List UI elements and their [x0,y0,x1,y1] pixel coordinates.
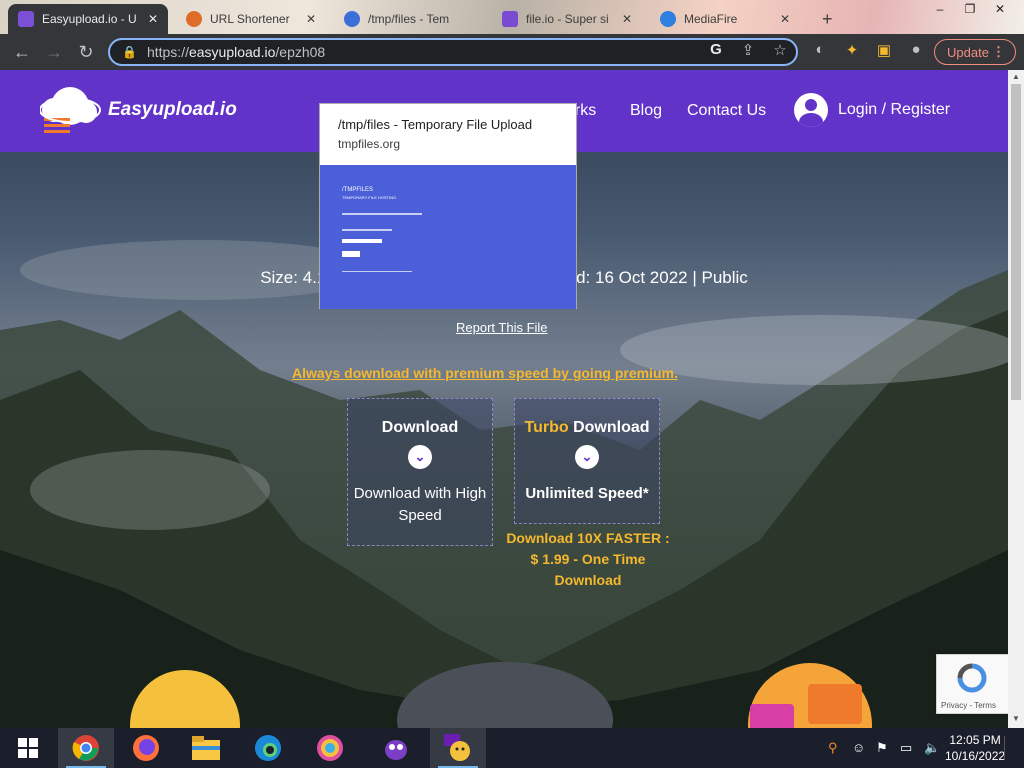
clock-date: 10/16/2022 [945,749,1006,763]
tmpfiles-favicon-icon [344,11,360,27]
profile-flag-icon[interactable]: ◐ [809,41,831,63]
yahoo-messenger-icon[interactable] [430,728,486,768]
tab-hover-preview: /tmp/files - Temporary File Upload tmpfi… [319,103,577,309]
preview-thumbnail: /TMPFILES TEMPORARY FILE HOSTING [320,165,576,309]
bookmark-star-icon[interactable]: ☆ [769,41,791,63]
download-title: Download [381,419,459,436]
scroll-thumb[interactable] [1011,84,1021,400]
tab-tmpfiles[interactable]: /tmp/files - Tem [334,4,484,34]
network-icon[interactable]: ▭ [900,740,912,756]
logo-text: Easyupload.io [108,99,237,120]
side-panel-icon[interactable]: ▣ [873,41,895,63]
download-button[interactable]: Download ⌄ Download with High Speed [347,398,493,546]
account-avatar-icon[interactable]: ● [905,41,927,63]
show-desktop-button[interactable] [1004,736,1018,760]
tab-title: MediaFire [684,12,738,26]
preview-url: tmpfiles.org [338,137,401,151]
nav-blog[interactable]: Blog [630,102,662,120]
chevron-down-icon: ⌄ [408,445,432,469]
firefox-icon[interactable] [118,728,174,768]
google-icon[interactable]: G [705,41,727,63]
menu-dots-icon[interactable]: ⋮ [992,44,1005,60]
update-button[interactable]: Update ⋮ [934,39,1016,65]
taskbar: ⚲ ☺ ⚑ ▭ 🔈 12:05 PM 10/16/2022 [0,728,1024,768]
browser-toolbar: ← → ↻ 🔒 https://easyupload.io/epzh08 G ⇪… [0,34,1024,70]
tab-title: URL Shortener [210,12,290,26]
user-avatar-icon [794,93,828,127]
url-prefix: https:// [146,44,189,60]
turbo-price-note: Download 10X FASTER : $ 1.99 - One Time … [506,530,670,588]
lock-icon[interactable]: 🔒 [122,45,137,59]
preview-title: /tmp/files - Temporary File Upload [338,117,533,132]
turbo-download-button[interactable]: Turbo Download ⌄ Unlimited Speed* [514,398,660,524]
clock-time: 12:05 PM [949,733,1001,747]
tab-title: Easyupload.io - U [42,12,137,26]
windows-start-icon[interactable] [0,728,56,768]
recaptcha-badge[interactable]: Privacy - Terms [936,654,1008,714]
mediafire-favicon-icon [660,11,676,27]
search-icon[interactable]: ⚲ [828,740,838,756]
thumb-sub: TEMPORARY FILE HOSTING [342,195,397,200]
edge-icon[interactable] [240,728,296,768]
tab-title: /tmp/files - Tem [368,12,450,26]
file-explorer-icon[interactable] [178,728,234,768]
extensions-icon[interactable]: ✦ [841,41,863,63]
url-shortener-favicon-icon [186,11,202,27]
security-flag-icon[interactable]: ⚑ [876,740,888,756]
volume-icon[interactable]: 🔈 [924,740,940,756]
reload-icon[interactable]: ↻ [72,38,100,66]
premium-link[interactable]: Always download with premium speed by go… [292,365,678,381]
url-path: /epzh08 [275,44,326,60]
thumb-heading: /TMPFILES [342,187,374,193]
close-tab-icon[interactable]: ✕ [622,12,632,26]
login-label: Login / Register [838,101,951,118]
window-close-icon[interactable]: ✕ [985,2,1015,16]
minimize-icon[interactable]: – [925,2,955,16]
chevron-down-icon: ⌄ [575,445,599,469]
tab-url-shortener[interactable]: URL Shortener ✕ [176,4,326,34]
page-scrollbar[interactable]: ▲ ▼ [1008,70,1024,728]
recaptcha-icon [957,663,987,693]
report-file-link[interactable]: Report This File [456,320,548,335]
share-icon[interactable]: ⇪ [737,41,759,63]
fileio-favicon-icon [502,11,518,27]
site-logo[interactable]: Easyupload.io [40,82,237,138]
tab-title: file.io - Super si [526,12,609,26]
nav-contact[interactable]: Contact Us [687,102,766,120]
download-desc: Download with High Speed [353,485,487,524]
forward-arrow-icon[interactable]: → [40,38,68,66]
tab-mediafire[interactable]: MediaFire ✕ [650,4,800,34]
back-arrow-icon[interactable]: ← [8,38,36,66]
chrome-icon[interactable] [58,728,114,768]
game-app-icon[interactable] [368,728,424,768]
close-tab-icon[interactable]: ✕ [148,12,158,26]
system-clock[interactable]: 12:05 PM 10/16/2022 [945,732,1005,764]
close-tab-icon[interactable]: ✕ [306,12,316,26]
cloud-logo-icon [40,87,101,133]
address-bar[interactable]: 🔒 https://easyupload.io/epzh08 [108,38,798,66]
login-register-link[interactable]: Login / Register [794,93,950,127]
page-content: Easyupload.io orks Blog Contact Us Login… [0,70,1008,728]
close-tab-icon[interactable]: ✕ [780,12,790,26]
restore-icon[interactable]: ❐ [955,2,985,16]
photos-icon[interactable] [302,728,358,768]
new-tab-button[interactable]: + [812,4,842,34]
tab-easyupload[interactable]: Easyupload.io - U ✕ [8,4,168,34]
recaptcha-text[interactable]: Privacy - Terms [941,701,996,710]
url-host: easyupload.io [188,44,276,60]
scroll-down-icon[interactable]: ▼ [1010,714,1022,723]
turbo-desc: Unlimited Speed* [525,485,649,502]
scroll-up-icon[interactable]: ▲ [1010,72,1022,81]
tab-strip: Easyupload.io - U ✕ URL Shortener ✕ /tmp… [0,0,1024,34]
turbo-title: Turbo Download [524,419,650,436]
easyupload-favicon-icon [18,11,34,27]
tab-fileio[interactable]: file.io - Super si ✕ [492,4,642,34]
chat-icon[interactable]: ☺ [852,740,865,755]
